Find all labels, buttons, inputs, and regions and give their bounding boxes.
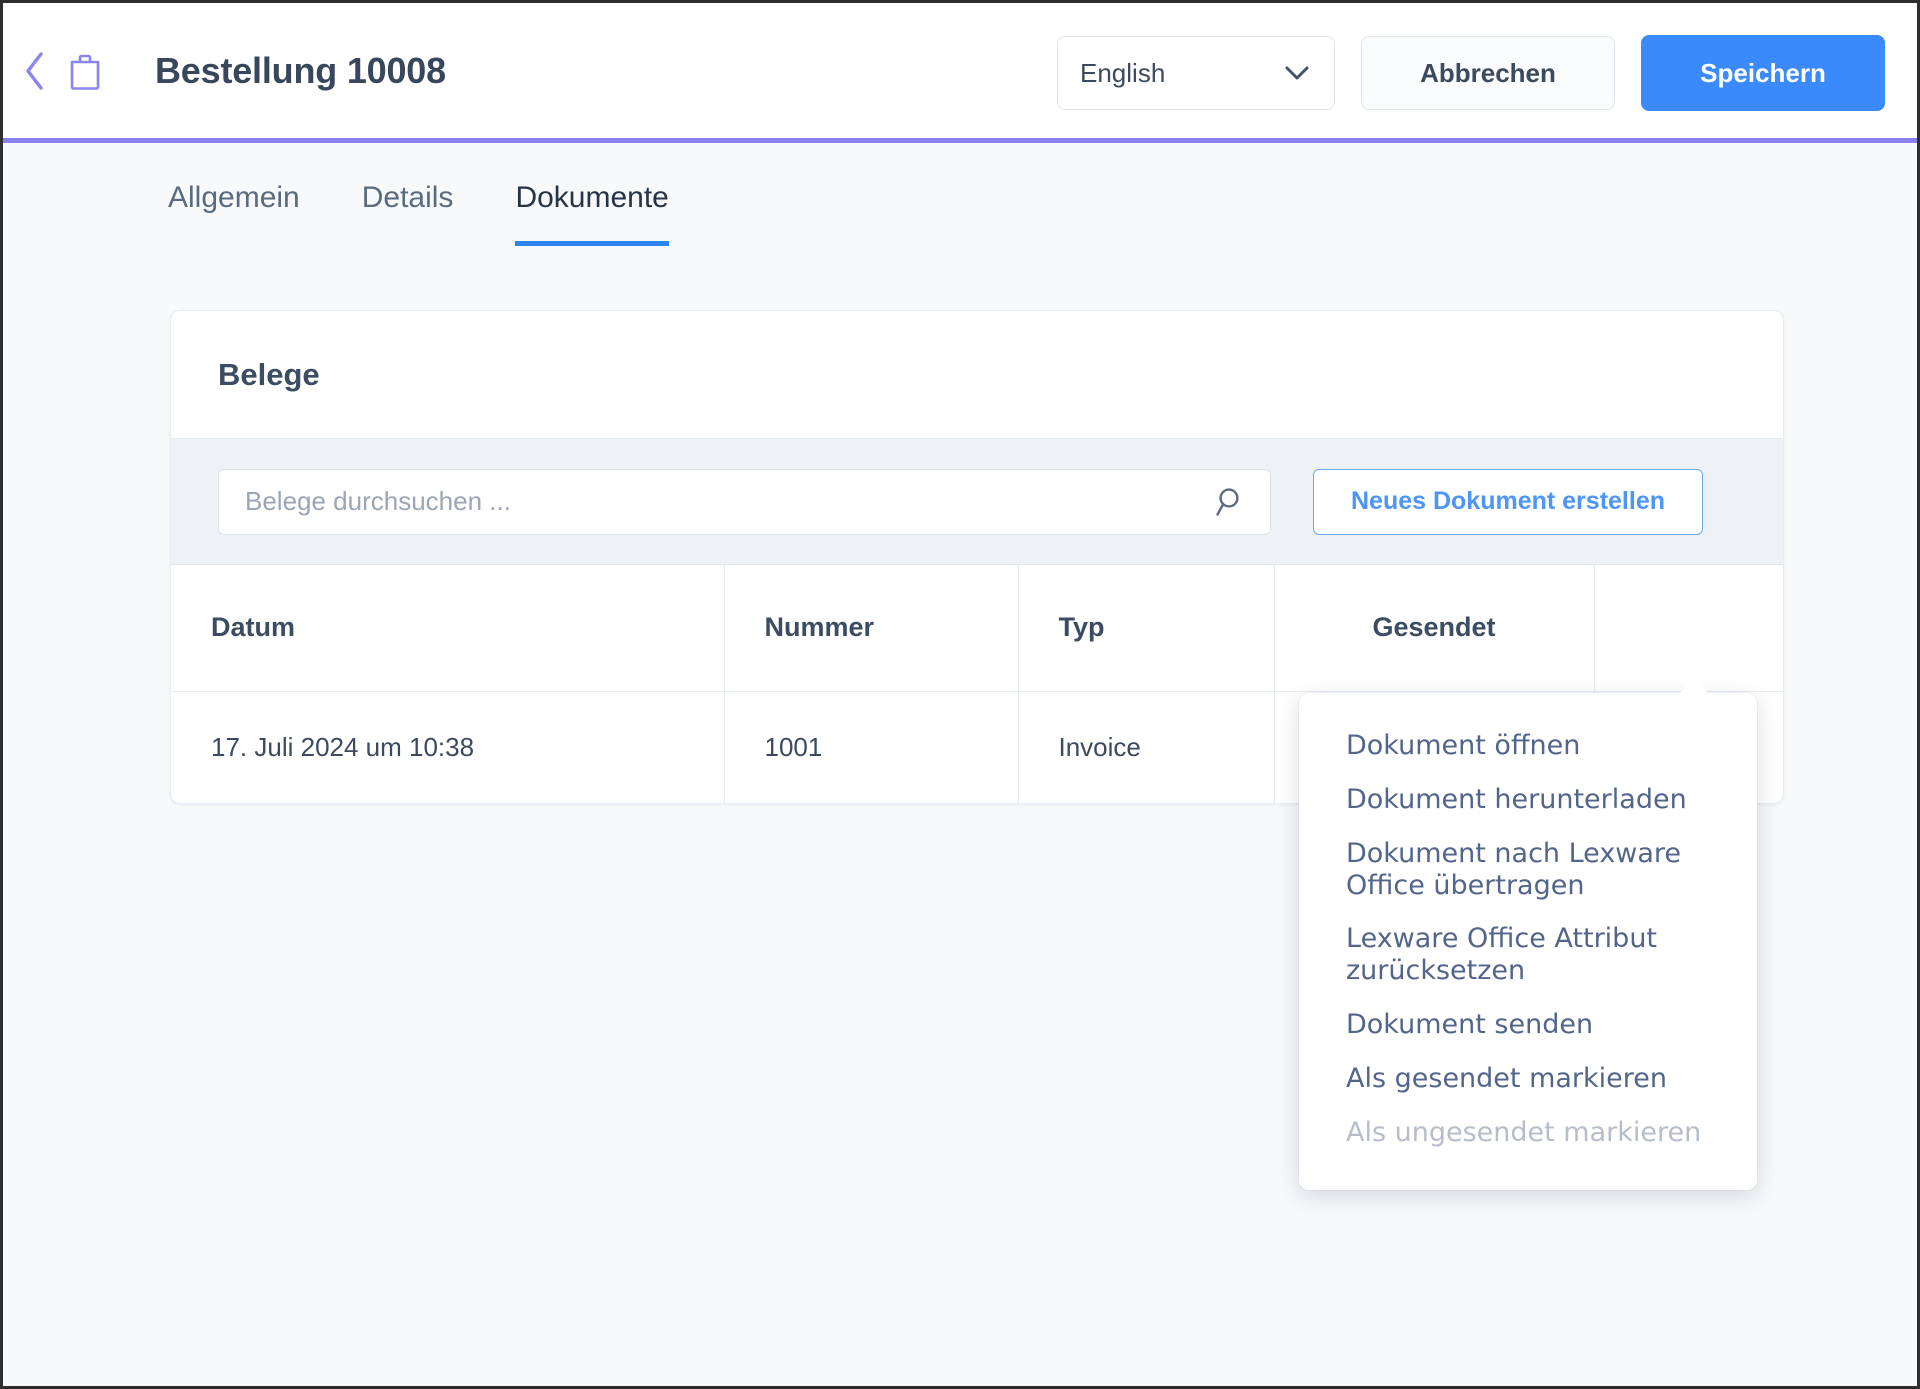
cancel-button[interactable]: Abbrechen bbox=[1361, 36, 1615, 110]
page-title: Bestellung 10008 bbox=[155, 49, 446, 91]
table-header-row: Datum Nummer Typ Gesendet bbox=[171, 565, 1783, 692]
language-select[interactable]: English bbox=[1057, 36, 1335, 110]
shopping-bag-icon bbox=[70, 54, 100, 90]
menu-item-dokument-nach-lexware-office-uebertragen[interactable]: Dokument nach Lexware Office übertragen bbox=[1299, 827, 1757, 913]
menu-item-als-gesendet-markieren[interactable]: Als gesendet markieren bbox=[1299, 1052, 1757, 1106]
search-input[interactable] bbox=[243, 485, 1246, 518]
tab-bar: Allgemein Details Dokumente bbox=[168, 181, 1788, 246]
save-button[interactable]: Speichern bbox=[1641, 35, 1885, 111]
column-header-typ[interactable]: Typ bbox=[1018, 565, 1275, 692]
search-icon[interactable] bbox=[1214, 485, 1248, 519]
menu-item-dokument-herunterladen[interactable]: Dokument herunterladen bbox=[1299, 773, 1757, 827]
back-button[interactable] bbox=[17, 49, 51, 93]
tab-details[interactable]: Details bbox=[362, 181, 454, 246]
new-document-button[interactable]: Neues Dokument erstellen bbox=[1313, 468, 1703, 535]
chevron-down-icon bbox=[1284, 65, 1310, 81]
card-header: Belege bbox=[171, 311, 1783, 439]
cell-nummer: 1001 bbox=[724, 691, 1019, 803]
cell-typ: Invoice bbox=[1018, 691, 1275, 803]
app-window: Bestellung 10008 English Abbrechen Speic… bbox=[0, 0, 1920, 1389]
order-bag-button[interactable] bbox=[63, 49, 107, 93]
menu-item-als-ungesendet-markieren: Als ungesendet markieren bbox=[1346, 1116, 1702, 1148]
row-context-menu: Dokument öffnen Dokument herunterladen D… bbox=[1299, 693, 1757, 1190]
top-header-bar: Bestellung 10008 English Abbrechen Speic… bbox=[3, 3, 1917, 143]
language-select-value: English bbox=[1080, 57, 1166, 88]
header-actions: English Abbrechen Speichern bbox=[1057, 3, 1885, 143]
cell-datum: 17. Juli 2024 um 10:38 bbox=[171, 691, 725, 803]
chevron-left-icon bbox=[26, 51, 43, 90]
belege-card: Belege Neues Dokument erstellen bbox=[170, 310, 1784, 1190]
search-box[interactable] bbox=[218, 468, 1271, 535]
card-title: Belege bbox=[218, 356, 320, 392]
menu-item-lexware-office-attribut-zuruecksetzen[interactable]: Lexware Office Attribut zurücksetzen bbox=[1299, 912, 1757, 998]
menu-item-dokument-oeffnen[interactable]: Dokument öffnen bbox=[1299, 719, 1757, 773]
column-header-datum[interactable]: Datum bbox=[171, 565, 725, 692]
tab-dokumente[interactable]: Dokumente bbox=[515, 181, 669, 246]
column-header-gesendet[interactable]: Gesendet bbox=[1274, 565, 1595, 692]
tab-allgemein[interactable]: Allgemein bbox=[168, 181, 300, 246]
column-header-actions bbox=[1594, 565, 1783, 692]
card-toolbar: Neues Dokument erstellen bbox=[171, 439, 1783, 565]
column-header-nummer[interactable]: Nummer bbox=[724, 565, 1019, 692]
menu-item-dokument-senden[interactable]: Dokument senden bbox=[1299, 998, 1757, 1052]
